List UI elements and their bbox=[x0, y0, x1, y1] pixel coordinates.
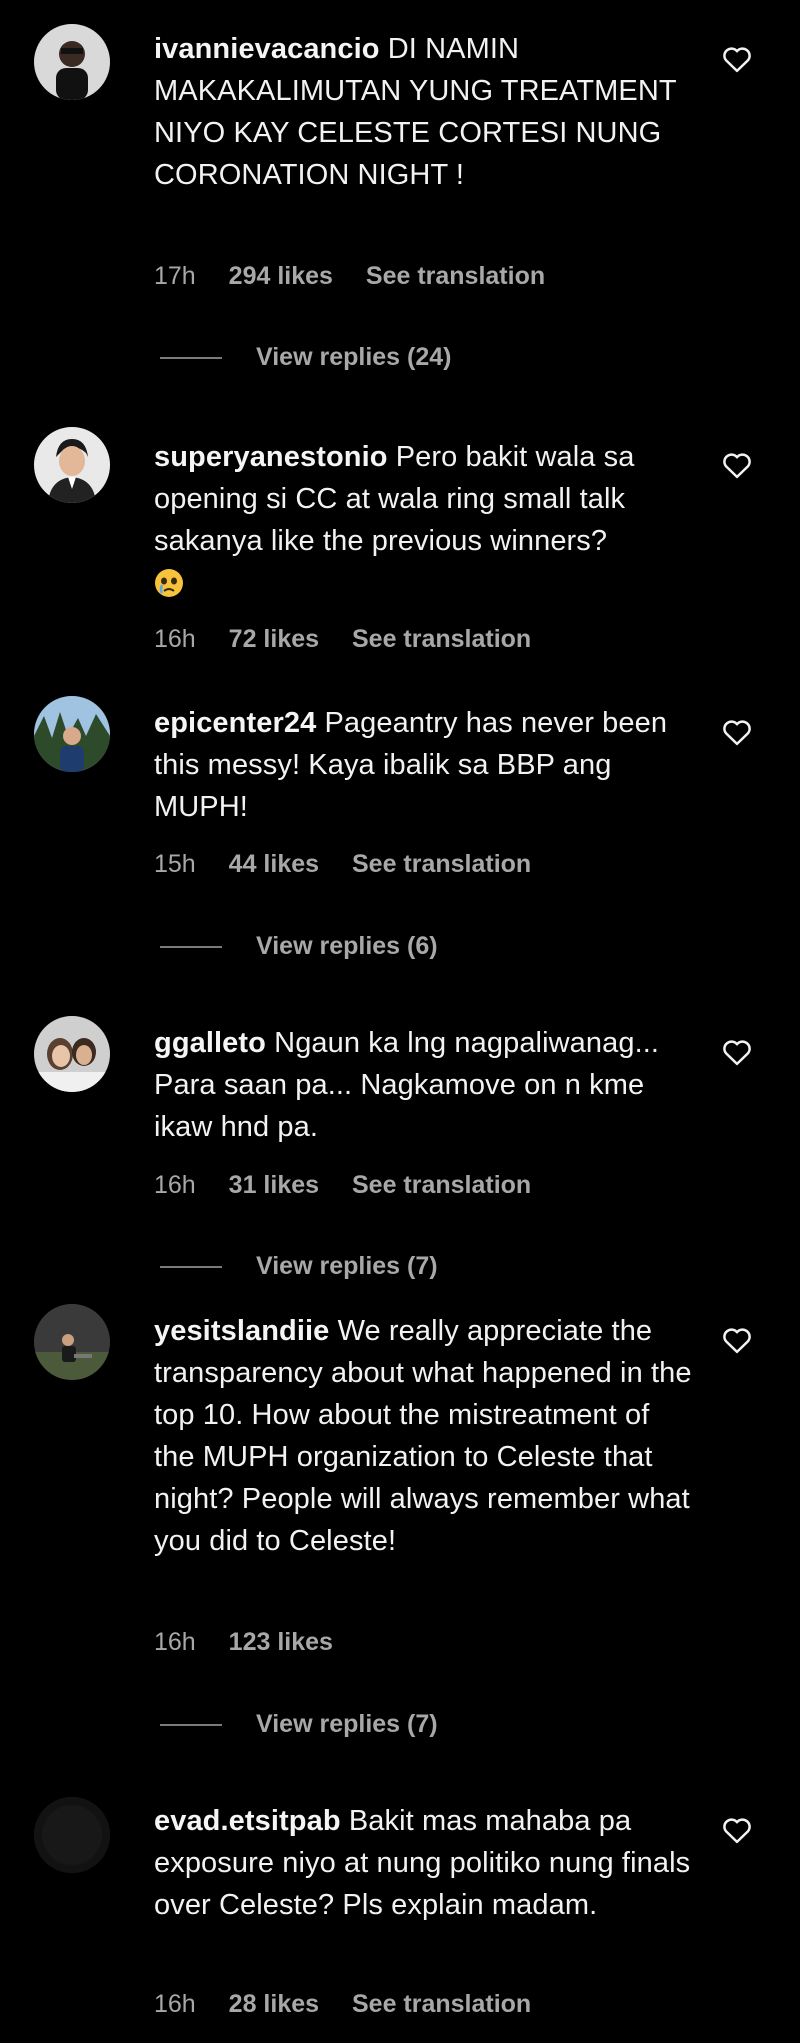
see-translation-link[interactable]: See translation bbox=[366, 262, 545, 291]
replies-divider bbox=[160, 1724, 222, 1727]
view-replies-button[interactable]: View replies (7) bbox=[160, 1252, 438, 1281]
comment-meta: 17h 294 likes See translation bbox=[154, 262, 545, 291]
view-replies-button[interactable]: View replies (6) bbox=[160, 932, 438, 961]
comment-username[interactable]: ivannievacancio bbox=[154, 33, 380, 65]
replies-divider bbox=[160, 1266, 222, 1269]
replies-divider bbox=[160, 357, 222, 360]
view-replies-button[interactable]: View replies (7) bbox=[160, 1710, 438, 1739]
comment-username[interactable]: yesitslandiie bbox=[154, 1315, 329, 1347]
heart-outline-icon[interactable] bbox=[722, 45, 752, 73]
avatar[interactable] bbox=[34, 427, 110, 503]
crying-face-emoji bbox=[154, 568, 184, 598]
comment-text: evad.etsitpab Bakit mas mahaba pa exposu… bbox=[154, 1800, 694, 1926]
heart-outline-icon[interactable] bbox=[722, 1816, 752, 1844]
avatar[interactable] bbox=[34, 24, 110, 100]
avatar[interactable] bbox=[34, 1797, 110, 1873]
comment-time: 16h bbox=[154, 625, 196, 653]
view-replies-label: View replies (7) bbox=[256, 1710, 438, 1738]
comment-text: yesitslandiie We really appreciate the t… bbox=[154, 1310, 694, 1562]
comment-username[interactable]: evad.etsitpab bbox=[154, 1805, 341, 1837]
comment-meta: 16h 123 likes bbox=[154, 1628, 359, 1657]
comment-username[interactable]: superyanestonio bbox=[154, 441, 388, 473]
heart-outline-icon[interactable] bbox=[722, 1326, 752, 1354]
heart-outline-icon[interactable] bbox=[722, 718, 752, 746]
comment-likes[interactable]: 123 likes bbox=[229, 1628, 333, 1657]
see-translation-link[interactable]: See translation bbox=[352, 625, 531, 654]
comment-username[interactable]: ggalleto bbox=[154, 1027, 266, 1059]
comment-likes[interactable]: 28 likes bbox=[229, 1990, 319, 2019]
avatar[interactable] bbox=[34, 1304, 110, 1380]
comment-text: ivannievacancio DI NAMIN MAKAKALIMUTAN Y… bbox=[154, 28, 694, 196]
avatar[interactable] bbox=[34, 1016, 110, 1092]
comment-time: 16h bbox=[154, 1990, 196, 2018]
comment-username[interactable]: epicenter24 bbox=[154, 707, 316, 739]
view-replies-button[interactable]: View replies (24) bbox=[160, 343, 451, 372]
see-translation-link[interactable]: See translation bbox=[352, 1171, 531, 1200]
comment-time: 16h bbox=[154, 1628, 196, 1656]
replies-divider bbox=[160, 946, 222, 949]
comment-body: We really appreciate the transparency ab… bbox=[154, 1315, 692, 1557]
heart-outline-icon[interactable] bbox=[722, 1038, 752, 1066]
comment-likes[interactable]: 44 likes bbox=[229, 850, 319, 879]
avatar[interactable] bbox=[34, 696, 110, 772]
view-replies-label: View replies (7) bbox=[256, 1252, 438, 1280]
comment-text: ggalleto Ngaun ka lng nagpaliwanag... Pa… bbox=[154, 1022, 694, 1148]
comment-meta: 16h 72 likes See translation bbox=[154, 625, 531, 654]
comment-text: superyanestonio Pero bakit wala sa openi… bbox=[154, 436, 694, 604]
comment-meta: 16h 28 likes See translation bbox=[154, 1990, 531, 2019]
view-replies-label: View replies (6) bbox=[256, 932, 438, 960]
comment-time: 15h bbox=[154, 850, 196, 878]
comment-likes[interactable]: 72 likes bbox=[229, 625, 319, 654]
comment-likes[interactable]: 294 likes bbox=[229, 262, 333, 291]
comment-meta: 15h 44 likes See translation bbox=[154, 850, 531, 879]
comment-time: 16h bbox=[154, 1171, 196, 1199]
heart-outline-icon[interactable] bbox=[722, 451, 752, 479]
see-translation-link[interactable]: See translation bbox=[352, 850, 531, 879]
comment-meta: 16h 31 likes See translation bbox=[154, 1171, 531, 1200]
comment-time: 17h bbox=[154, 262, 196, 290]
comment-text: epicenter24 Pageantry has never been thi… bbox=[154, 702, 694, 828]
comment-likes[interactable]: 31 likes bbox=[229, 1171, 319, 1200]
see-translation-link[interactable]: See translation bbox=[352, 1990, 531, 2019]
view-replies-label: View replies (24) bbox=[256, 343, 452, 371]
